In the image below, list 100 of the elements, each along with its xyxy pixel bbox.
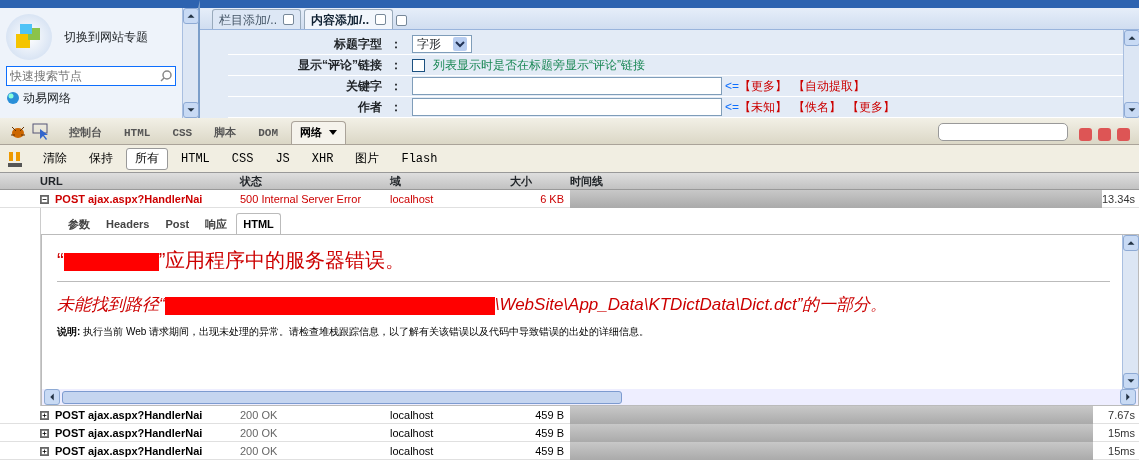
input-field[interactable] — [412, 77, 722, 95]
switch-link[interactable]: 切换到网站专题 — [64, 28, 148, 46]
time-text: 15ms — [1107, 426, 1136, 441]
toolbar-button[interactable]: 保持 — [80, 147, 122, 170]
link[interactable]: 【自动提取】 — [793, 77, 865, 95]
tab[interactable]: 网络 — [291, 120, 346, 144]
scrollbar[interactable] — [1122, 235, 1138, 389]
tab[interactable]: Post — [158, 212, 197, 234]
inspect-icon[interactable] — [32, 123, 50, 141]
time-text: 15ms — [1107, 444, 1136, 459]
time-text: 7.67s — [1107, 408, 1136, 423]
column-header: 域 — [390, 174, 402, 189]
scrollbar[interactable] — [42, 389, 1138, 405]
globe-icon — [6, 91, 20, 105]
link[interactable]: 【更多】 — [739, 77, 787, 95]
filter-button[interactable]: Flash — [392, 147, 447, 170]
expand-icon[interactable] — [40, 410, 49, 420]
scrollbar[interactable] — [182, 8, 198, 118]
domain-text: localhost — [390, 407, 435, 423]
close-icon[interactable] — [375, 14, 387, 25]
tab[interactable]: CSS — [163, 120, 202, 144]
hint-text: 列表显示时是否在标题旁显示“评论”链接 — [433, 57, 645, 74]
scroll-up-button[interactable] — [1123, 235, 1139, 251]
search-icon[interactable] — [160, 70, 172, 82]
error-message: 未能找到路径“ \WebSite\App_Data\KTDictData\Dict.dct”的一部分。 — [57, 294, 889, 317]
status-text: 500 Internal Server Error — [240, 191, 363, 207]
tab[interactable]: 响应 — [198, 212, 235, 234]
input-field[interactable] — [412, 98, 722, 116]
caret-icon[interactable] — [328, 129, 337, 136]
scroll-up-button[interactable] — [183, 8, 199, 24]
error-description: 说明: 执行当前 Web 请求期间，出现未处理的异常。请检查堆栈跟踪信息，以了解有关该错误以及代码中导致错误的出处的详细信息。 — [57, 325, 651, 340]
filter-button[interactable]: XHR — [302, 147, 343, 170]
checkbox[interactable] — [412, 58, 425, 72]
domain-text: localhost — [390, 425, 435, 441]
scroll-left-button[interactable] — [44, 389, 60, 405]
size-text: 459 B — [534, 407, 565, 423]
link[interactable]: 【更多】 — [847, 98, 895, 116]
search-field[interactable]: 快速搜索节点 — [6, 66, 176, 86]
colon: ： — [390, 57, 403, 74]
select-field[interactable]: 字形 — [412, 35, 472, 53]
colon: ： — [390, 78, 403, 95]
request-url[interactable]: POST ajax.aspx?HandlerNai — [55, 424, 203, 442]
size-text: 459 B — [534, 425, 565, 441]
expand-icon[interactable] — [40, 446, 49, 456]
domain-text: localhost — [390, 191, 435, 207]
status-text: 200 OK — [240, 407, 279, 423]
request-url[interactable]: POST ajax.aspx?HandlerNai — [55, 406, 203, 424]
xhr-icon[interactable] — [6, 149, 24, 168]
colon: ： — [390, 99, 403, 116]
field-label: 作者 — [357, 99, 383, 116]
search-field[interactable] — [938, 123, 1068, 141]
add-tab-button[interactable] — [396, 15, 408, 26]
field-label: 关键字 — [345, 78, 383, 95]
arrow-text: <= — [725, 99, 739, 116]
size-text: 459 B — [534, 443, 565, 459]
tab[interactable]: 控制台 — [60, 120, 111, 144]
status-text: 200 OK — [240, 443, 279, 459]
tab[interactable]: 参数 — [61, 212, 97, 234]
scrollbar[interactable] — [1123, 30, 1139, 118]
tab[interactable]: 内容添加/.. — [304, 9, 394, 29]
toolbar-button[interactable]: 清除 — [34, 147, 76, 170]
filter-button[interactable]: 图片 — [346, 147, 389, 170]
time-text: 13.34s — [1101, 192, 1136, 207]
filter-button[interactable]: CSS — [222, 147, 263, 170]
request-url[interactable]: POST ajax.aspx?HandlerNai — [55, 442, 203, 460]
tab[interactable]: HTML — [115, 120, 160, 144]
field-label: 显示“评论”链接 — [297, 57, 383, 74]
filter-button[interactable]: 所有 — [126, 147, 168, 170]
expand-icon[interactable] — [40, 428, 49, 438]
filter-button[interactable]: JS — [266, 147, 299, 170]
tab[interactable]: 栏目添加/.. — [212, 9, 301, 29]
filter-button[interactable]: HTML — [172, 147, 219, 170]
domain-text: localhost — [390, 443, 435, 459]
scroll-down-button[interactable] — [1124, 102, 1139, 118]
tab[interactable]: 脚本 — [205, 120, 246, 144]
link[interactable]: 【佚名】 — [793, 98, 841, 116]
scroll-down-button[interactable] — [183, 102, 199, 118]
logo-icon — [6, 14, 52, 60]
column-header: 状态 — [240, 174, 263, 189]
arrow-text: <= — [725, 78, 739, 95]
column-header: URL — [40, 174, 64, 189]
request-url[interactable]: POST ajax.aspx?HandlerNai — [55, 190, 203, 208]
dropdown-icon[interactable] — [453, 37, 467, 51]
column-header: 大小 — [510, 174, 533, 189]
error-heading: “ ”应用程序中的服务器错误。 — [57, 245, 1110, 282]
tab[interactable]: HTML — [236, 212, 281, 234]
tab[interactable]: DOM — [249, 120, 288, 144]
tab[interactable]: Headers — [99, 212, 157, 234]
link[interactable]: 【未知】 — [739, 98, 787, 116]
scroll-up-button[interactable] — [1124, 30, 1139, 46]
scroll-right-button[interactable] — [1120, 389, 1136, 405]
tree-item[interactable]: 动易网络 — [23, 89, 71, 107]
status-text: 200 OK — [240, 425, 279, 441]
field-label: 标题字型 — [333, 36, 383, 53]
column-header: 时间线 — [570, 174, 604, 189]
size-text: 6 KB — [539, 191, 565, 207]
close-icon[interactable] — [283, 14, 294, 25]
collapse-icon[interactable] — [40, 194, 49, 204]
colon: ： — [390, 36, 403, 53]
scroll-down-button[interactable] — [1123, 373, 1139, 389]
